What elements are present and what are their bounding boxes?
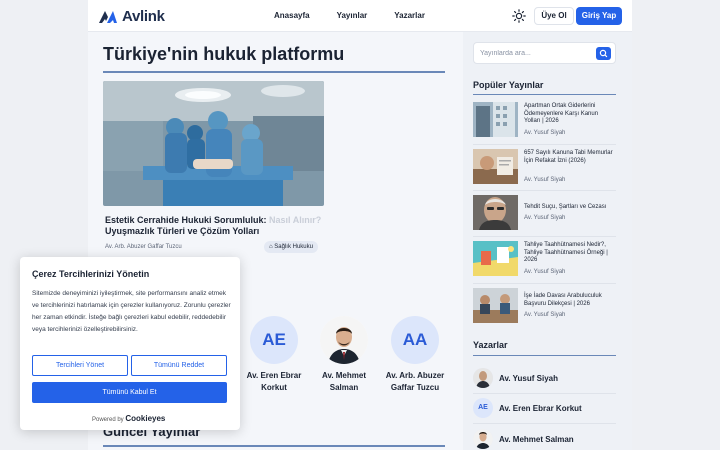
popular-title: Tahliye Taahhütnamesi Nedir?, Tahliye Ta… xyxy=(524,242,608,263)
nav-item-authors[interactable]: Yazarlar xyxy=(394,11,425,20)
register-button[interactable]: Üye Ol xyxy=(534,7,574,25)
sun-icon[interactable] xyxy=(512,9,526,23)
reject-all-button[interactable]: Tümünü Reddet xyxy=(131,355,227,376)
popular-divider xyxy=(473,94,616,95)
cookie-title: Çerez Tercihlerinizi Yönetin xyxy=(32,269,150,279)
sidebar-author[interactable]: Av. Yusuf Siyah xyxy=(473,367,558,389)
author-card[interactable]: AA Av. Arb. Abuzer Gaffar Tuzcu xyxy=(380,316,450,394)
avatar xyxy=(473,368,493,388)
list-divider xyxy=(473,423,616,424)
powered-prefix: Powered by xyxy=(92,417,124,423)
popular-item[interactable]: Apartman Ortak Giderlerini Ödemeyenlere … xyxy=(473,102,616,144)
author-card[interactable]: AE Av. Eren Ebrar Korkut xyxy=(239,316,309,394)
search-button[interactable] xyxy=(596,47,611,60)
sidebar-author[interactable]: Av. Mehmet Salman xyxy=(473,428,574,450)
sidebar-author-name: Av. Mehmet Salman xyxy=(499,434,574,444)
cookie-consent-dialog: Çerez Tercihlerinizi Yönetin Sitemizde d… xyxy=(20,257,240,430)
section-divider xyxy=(103,445,445,447)
popular-item[interactable]: İşe İade Davası Arabuluculuk Başvuru Dil… xyxy=(473,288,616,330)
cookie-description: Sitemizde deneyiminizi iyileştirmek, sit… xyxy=(32,290,231,333)
popular-thumbnail xyxy=(473,288,518,323)
category-tag-label: Sağlık Hukuku xyxy=(274,244,313,250)
hero-title-faded: Nasıl Alınır? xyxy=(266,215,322,225)
nav-item-home[interactable]: Anasayfa xyxy=(274,11,310,20)
logo-text: Avlink xyxy=(122,8,165,25)
tag-icon: ⌂ xyxy=(269,244,273,250)
surgery-photo xyxy=(103,81,324,206)
author-name: Av. Eren Ebrar Korkut xyxy=(246,371,302,392)
powered-brand[interactable]: Cookieyes xyxy=(125,414,165,423)
site-header: Avlink Anasayfa Yayınlar Yazarlar Üye Ol… xyxy=(88,0,632,32)
logo[interactable]: Avlink xyxy=(98,8,165,25)
page-title: Türkiye'nin hukuk platformu xyxy=(103,44,345,64)
popular-author: Av. Yusuf Siyah xyxy=(524,177,566,183)
popular-item[interactable]: 657 Sayılı Kanuna Tabi Memurlar İçin Ref… xyxy=(473,149,616,191)
nav-item-publications[interactable]: Yayınlar xyxy=(337,11,368,20)
authors-divider xyxy=(473,355,616,356)
popular-title: Apartman Ortak Giderlerini Ödemeyenlere … xyxy=(524,103,599,124)
sidebar-author-name: Av. Yusuf Siyah xyxy=(499,373,558,383)
avatar xyxy=(320,316,368,364)
author-name: Av. Arb. Abuzer Gaffar Tuzcu xyxy=(385,371,445,392)
popular-title: Tehdit Suçu, Şartları ve Cezası xyxy=(524,204,607,210)
list-divider xyxy=(473,393,616,394)
avatar xyxy=(473,429,493,449)
popular-thumbnail xyxy=(473,241,518,276)
accept-all-button[interactable]: Tümünü Kabul Et xyxy=(32,382,227,403)
popular-author: Av. Yusuf Siyah xyxy=(524,312,566,318)
avatar: AE xyxy=(473,398,493,418)
avatar: AA xyxy=(391,316,439,364)
main-nav: Anasayfa Yayınlar Yazarlar xyxy=(274,11,452,20)
title-divider xyxy=(103,71,445,73)
popular-author: Av. Yusuf Siyah xyxy=(524,269,566,275)
popular-thumbnail xyxy=(473,195,518,230)
logo-mark-icon xyxy=(99,10,117,23)
popular-thumbnail xyxy=(473,102,518,137)
list-divider xyxy=(473,283,616,284)
search-icon xyxy=(599,49,608,58)
author-card[interactable]: Av. Mehmet Salman xyxy=(309,316,379,394)
search-input[interactable] xyxy=(480,47,590,60)
popular-item[interactable]: Tehdit Suçu, Şartları ve Cezası Av. Yusu… xyxy=(473,195,616,237)
list-divider xyxy=(473,190,616,191)
hero-article-title[interactable]: Estetik Cerrahide Hukuki Sorumluluk: Nas… xyxy=(105,215,335,237)
list-divider xyxy=(473,236,616,237)
popular-item[interactable]: Tahliye Taahhütnamesi Nedir?, Tahliye Ta… xyxy=(473,241,616,283)
sidebar-author[interactable]: AE Av. Eren Ebrar Korkut xyxy=(473,397,582,419)
popular-author: Av. Yusuf Siyah xyxy=(524,215,566,221)
popular-thumbnail xyxy=(473,149,518,184)
popular-heading: Popüler Yayınlar xyxy=(473,80,544,90)
popular-author: Av. Yusuf Siyah xyxy=(524,130,566,136)
list-divider xyxy=(473,144,616,145)
manage-preferences-button[interactable]: Tercihleri Yönet xyxy=(32,355,128,376)
author-name: Av. Mehmet Salman xyxy=(321,371,366,392)
category-tag[interactable]: ⌂ Sağlık Hukuku xyxy=(264,241,318,253)
login-button[interactable]: Giriş Yap xyxy=(576,7,622,25)
sidebar-author-name: Av. Eren Ebrar Korkut xyxy=(499,403,582,413)
hero-author[interactable]: Av. Arb. Abuzer Gaffar Tuzcu xyxy=(105,244,182,250)
person-photo xyxy=(320,316,368,364)
hero-title-line1: Estetik Cerrahide Hukuki Sorumluluk: xyxy=(105,215,267,225)
search-box xyxy=(473,42,616,64)
hero-image[interactable] xyxy=(103,81,324,206)
popular-title: 657 Sayılı Kanuna Tabi Memurlar İçin Ref… xyxy=(524,150,613,164)
popular-title: İşe İade Davası Arabuluculuk Başvuru Dil… xyxy=(524,293,602,307)
hero-title-line2: Uyuşmazlık Türleri ve Çözüm Yolları xyxy=(105,226,260,236)
avatar: AE xyxy=(250,316,298,364)
authors-heading: Yazarlar xyxy=(473,340,508,350)
powered-by: Powered by Cookieyes xyxy=(92,414,165,423)
